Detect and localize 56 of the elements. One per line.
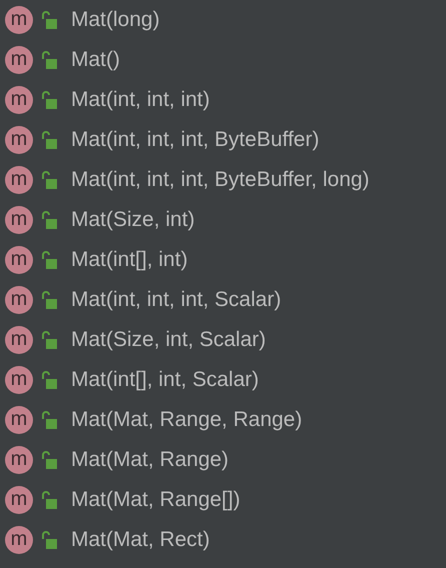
constructor-signature: Mat(int[], int, Scalar) (71, 368, 259, 392)
completion-item[interactable]: m Mat(int, int, int, ByteBuffer, long) (0, 160, 446, 200)
completion-item[interactable]: m Mat(Size, int, Scalar) (0, 320, 446, 360)
unlocked-padlock-icon (41, 170, 57, 190)
unlocked-padlock-icon (41, 130, 57, 150)
unlocked-padlock-icon (41, 290, 57, 310)
method-badge: m (5, 526, 33, 554)
unlocked-padlock-icon (41, 530, 57, 550)
method-badge: m (5, 246, 33, 274)
completion-item[interactable]: m Mat(Size, int) (0, 200, 446, 240)
constructor-signature: Mat(int[], int) (71, 248, 188, 272)
completion-item[interactable]: m Mat(int, int, int) (0, 80, 446, 120)
constructor-signature: Mat(int, int, int, ByteBuffer) (71, 128, 320, 152)
completion-item[interactable]: m Mat(Mat, Rect) (0, 520, 446, 560)
method-badge: m (5, 486, 33, 514)
method-badge: m (5, 46, 33, 74)
constructor-signature: Mat(Mat, Range[]) (71, 488, 240, 512)
unlocked-padlock-icon (41, 50, 57, 70)
unlocked-padlock-icon (41, 90, 57, 110)
completion-item[interactable]: m Mat(Mat, Range) (0, 440, 446, 480)
method-badge: m (5, 446, 33, 474)
unlocked-padlock-icon (41, 250, 57, 270)
unlocked-padlock-icon (41, 210, 57, 230)
constructor-signature: Mat(int, int, int, Scalar) (71, 288, 282, 312)
completion-item[interactable]: m Mat() (0, 40, 446, 80)
completion-item[interactable]: m Mat(Mat, Range, Range) (0, 400, 446, 440)
constructor-signature: Mat(Size, int) (71, 208, 195, 232)
constructor-signature: Mat() (71, 48, 120, 72)
unlocked-padlock-icon (41, 10, 57, 30)
completion-item[interactable]: m Mat(Mat, Range[]) (0, 480, 446, 520)
unlocked-padlock-icon (41, 330, 57, 350)
completion-item[interactable]: m Mat(int[], int) (0, 240, 446, 280)
constructor-signature: Mat(int, int, int) (71, 88, 210, 112)
completion-item[interactable]: m Mat(int, int, int, ByteBuffer) (0, 120, 446, 160)
unlocked-padlock-icon (41, 450, 57, 470)
method-badge: m (5, 286, 33, 314)
method-badge: m (5, 166, 33, 194)
constructor-signature: Mat(Size, int, Scalar) (71, 328, 266, 352)
method-badge: m (5, 86, 33, 114)
constructor-signature: Mat(long) (71, 8, 160, 32)
completion-item[interactable]: m Mat(int, int, int, Scalar) (0, 280, 446, 320)
method-badge: m (5, 366, 33, 394)
constructor-signature: Mat(Mat, Range) (71, 448, 229, 472)
completion-item[interactable]: m Mat(long) (0, 0, 446, 40)
method-badge: m (5, 406, 33, 434)
constructor-signature: Mat(int, int, int, ByteBuffer, long) (71, 168, 370, 192)
constructor-signature: Mat(Mat, Rect) (71, 528, 210, 552)
unlocked-padlock-icon (41, 490, 57, 510)
method-badge: m (5, 206, 33, 234)
method-badge: m (5, 126, 33, 154)
method-badge: m (5, 326, 33, 354)
method-badge: m (5, 6, 33, 34)
constructor-signature: Mat(Mat, Range, Range) (71, 408, 302, 432)
unlocked-padlock-icon (41, 410, 57, 430)
completion-item[interactable]: m Mat(int[], int, Scalar) (0, 360, 446, 400)
unlocked-padlock-icon (41, 370, 57, 390)
